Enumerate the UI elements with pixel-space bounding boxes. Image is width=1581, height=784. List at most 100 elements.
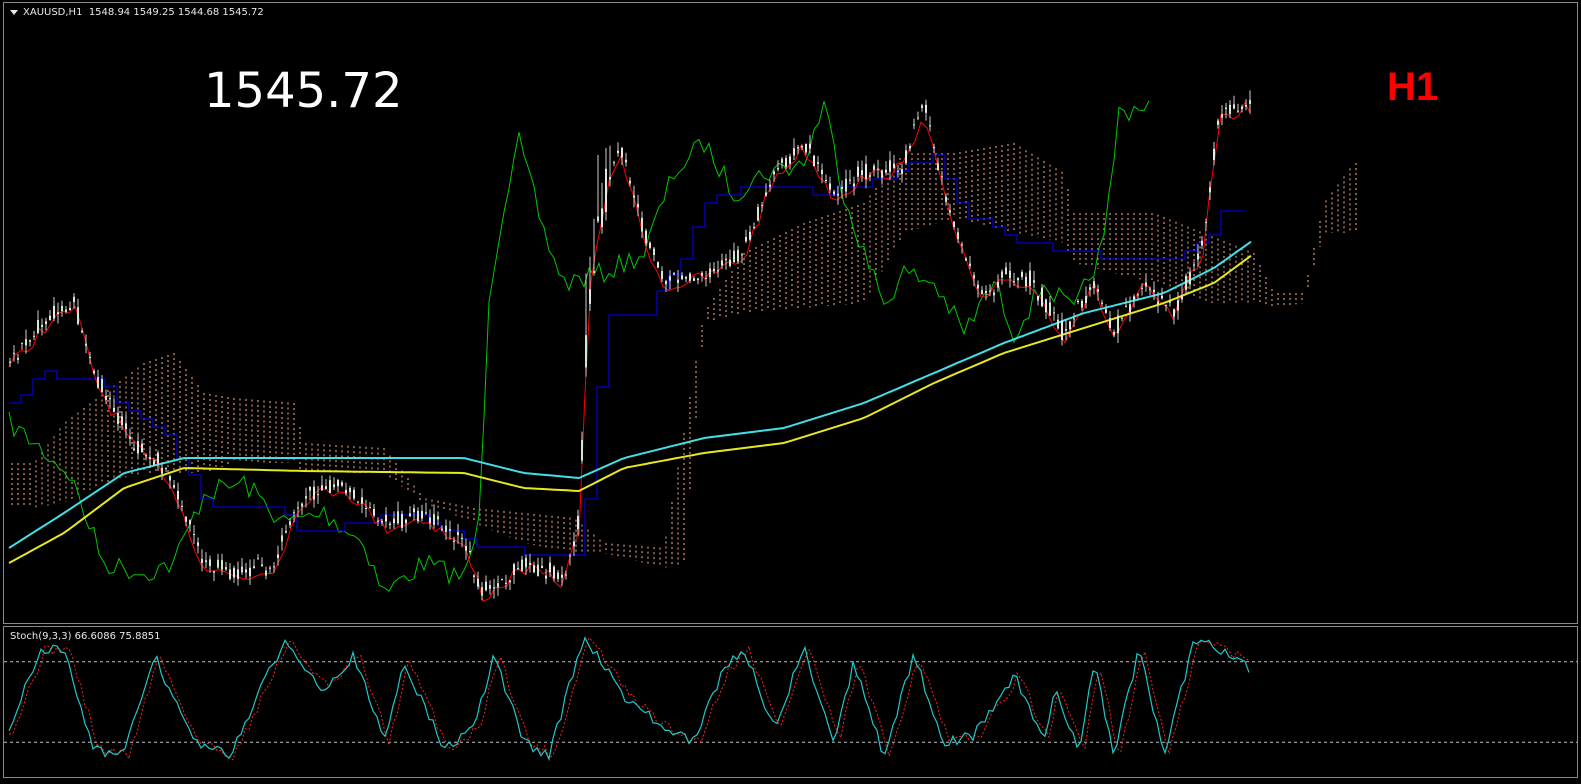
candle-body bbox=[1185, 275, 1187, 290]
stochastic-canvas[interactable] bbox=[4, 627, 1577, 777]
candle-body bbox=[21, 342, 23, 344]
candle-body bbox=[677, 279, 679, 283]
candle-body bbox=[953, 221, 955, 228]
candle-body bbox=[185, 516, 187, 522]
candle-body bbox=[649, 242, 651, 248]
candle-body bbox=[697, 278, 699, 281]
candle-body bbox=[1137, 294, 1139, 296]
candle-body bbox=[829, 183, 831, 190]
candle-body bbox=[337, 480, 339, 487]
candle-body bbox=[1045, 299, 1047, 313]
timeframe-label: H1 bbox=[1387, 65, 1439, 109]
candle-body bbox=[157, 452, 159, 464]
candle-body bbox=[161, 468, 163, 474]
candle-body bbox=[241, 566, 243, 573]
candle-body bbox=[253, 566, 255, 569]
candle-body bbox=[757, 206, 759, 221]
candle-body bbox=[609, 177, 611, 180]
candle-body bbox=[37, 320, 39, 334]
candle-body bbox=[1157, 301, 1159, 306]
candle-body bbox=[89, 356, 91, 358]
candle-body bbox=[181, 505, 183, 507]
chart-window: XAUUSD,H1 1548.94 1549.25 1544.68 1545.7… bbox=[0, 0, 1581, 784]
candle-body bbox=[721, 260, 723, 266]
candle-body bbox=[401, 513, 403, 528]
candle-body bbox=[613, 162, 615, 164]
candle-body bbox=[133, 448, 135, 451]
candle-body bbox=[793, 148, 795, 156]
candle-body bbox=[57, 312, 59, 314]
candle-body bbox=[621, 147, 623, 158]
candle-body bbox=[257, 558, 259, 560]
candle-body bbox=[1049, 302, 1051, 316]
candle-body bbox=[461, 537, 463, 540]
candle-body bbox=[921, 105, 923, 108]
candle-body bbox=[1177, 300, 1179, 311]
candlesticks bbox=[9, 90, 1251, 601]
candle-body bbox=[453, 540, 455, 542]
candle-body bbox=[877, 168, 879, 170]
candle-body bbox=[645, 230, 647, 244]
candle-body bbox=[913, 124, 915, 126]
moving-average-slow bbox=[8, 254, 1252, 564]
candle-body bbox=[137, 441, 139, 454]
candle-body bbox=[1161, 295, 1163, 299]
ichimoku-cloud bbox=[11, 143, 1357, 568]
candle-body bbox=[901, 169, 903, 174]
candle-body bbox=[1017, 277, 1019, 281]
candle-body bbox=[1117, 315, 1119, 334]
candle-body bbox=[1129, 304, 1131, 313]
candle-body bbox=[1249, 100, 1251, 104]
candle-body bbox=[685, 276, 687, 279]
candle-body bbox=[825, 179, 827, 181]
candle-body bbox=[389, 523, 391, 525]
candle-body bbox=[937, 163, 939, 170]
candle-body bbox=[1109, 318, 1111, 328]
candle-body bbox=[49, 315, 51, 321]
candle-body bbox=[1073, 318, 1075, 320]
candle-body bbox=[477, 578, 479, 587]
candle-body bbox=[737, 249, 739, 262]
candle-body bbox=[777, 167, 779, 170]
candle-body bbox=[221, 560, 223, 570]
candle-body bbox=[525, 557, 527, 568]
candle-body bbox=[497, 583, 499, 588]
candle-body bbox=[297, 507, 299, 509]
candle-body bbox=[849, 179, 851, 181]
candle-body bbox=[421, 510, 423, 519]
candle-body bbox=[1225, 107, 1227, 110]
candle-body bbox=[29, 340, 31, 342]
candle-body bbox=[473, 575, 475, 577]
candle-body bbox=[573, 541, 575, 547]
candle-body bbox=[961, 244, 963, 246]
candle-body bbox=[413, 508, 415, 513]
candle-body bbox=[457, 532, 459, 536]
candle-body bbox=[969, 263, 971, 267]
candle-body bbox=[981, 290, 983, 294]
candle-body bbox=[893, 163, 895, 168]
candle-body bbox=[97, 376, 99, 388]
candle-body bbox=[125, 423, 127, 430]
candle-body bbox=[493, 587, 495, 589]
candle-body bbox=[13, 352, 15, 354]
candle-body bbox=[949, 210, 951, 213]
candle-body bbox=[245, 569, 247, 573]
candle-body bbox=[561, 574, 563, 578]
candle-body bbox=[345, 489, 347, 494]
candle-body bbox=[869, 175, 871, 177]
candle-body bbox=[273, 566, 275, 568]
candle-body bbox=[1105, 309, 1107, 313]
candle-body bbox=[1009, 270, 1011, 279]
candle-body bbox=[249, 567, 251, 577]
candle-body bbox=[805, 143, 807, 153]
candle-body bbox=[765, 192, 767, 196]
candle-body bbox=[277, 554, 279, 559]
candle-body bbox=[853, 183, 855, 187]
candle-body bbox=[1069, 321, 1071, 330]
candle-body bbox=[9, 361, 11, 363]
price-chart-pane[interactable]: XAUUSD,H1 1548.94 1549.25 1544.68 1545.7… bbox=[3, 2, 1578, 624]
stochastic-pane[interactable]: Stoch(9,3,3) 66.6086 75.8851 bbox=[3, 626, 1578, 778]
candle-body bbox=[917, 117, 919, 119]
candle-body bbox=[501, 578, 503, 580]
candle-body bbox=[945, 196, 947, 202]
